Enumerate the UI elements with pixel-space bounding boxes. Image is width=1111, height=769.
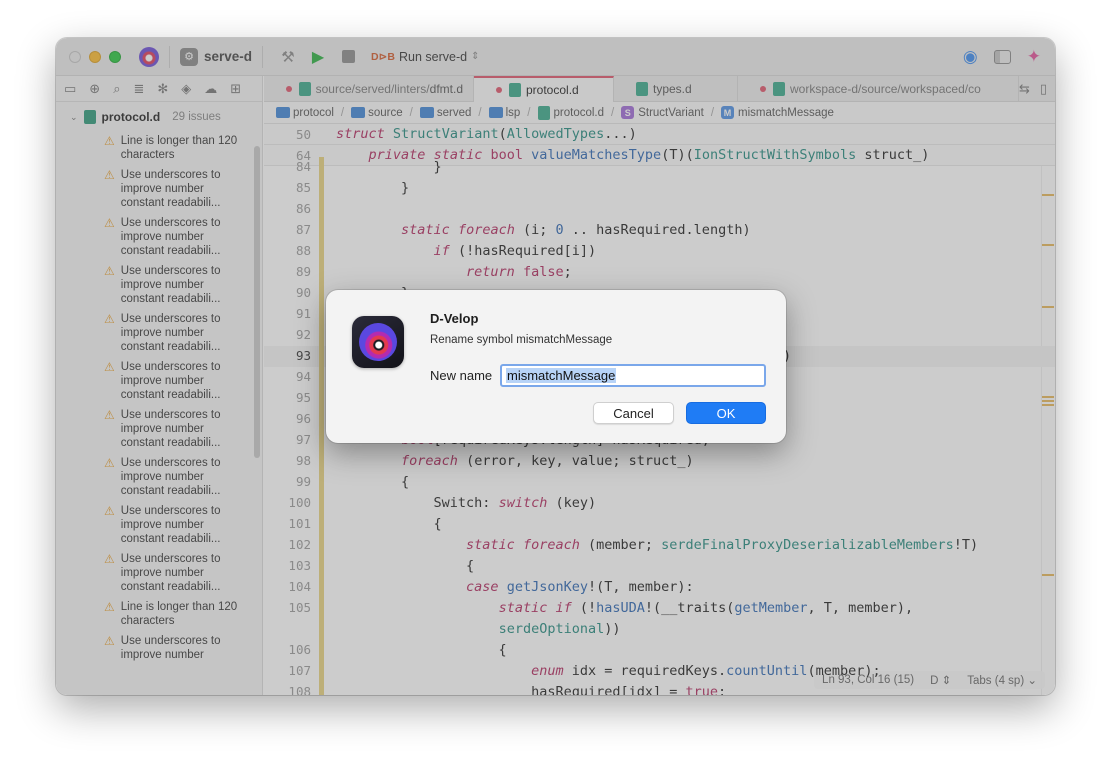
dialog-title: D-Velop (430, 311, 479, 326)
ok-button[interactable]: OK (686, 402, 766, 424)
dialog-message: Rename symbol mismatchMessage (430, 334, 613, 346)
app-icon (352, 316, 404, 368)
new-name-label: New name (430, 368, 493, 383)
selected-text: mismatchMessage (506, 368, 617, 383)
rename-dialog: D-Velop Rename symbol mismatchMessage Ne… (326, 290, 786, 443)
new-name-input[interactable]: mismatchMessage (500, 364, 766, 387)
cancel-button[interactable]: Cancel (593, 402, 674, 424)
